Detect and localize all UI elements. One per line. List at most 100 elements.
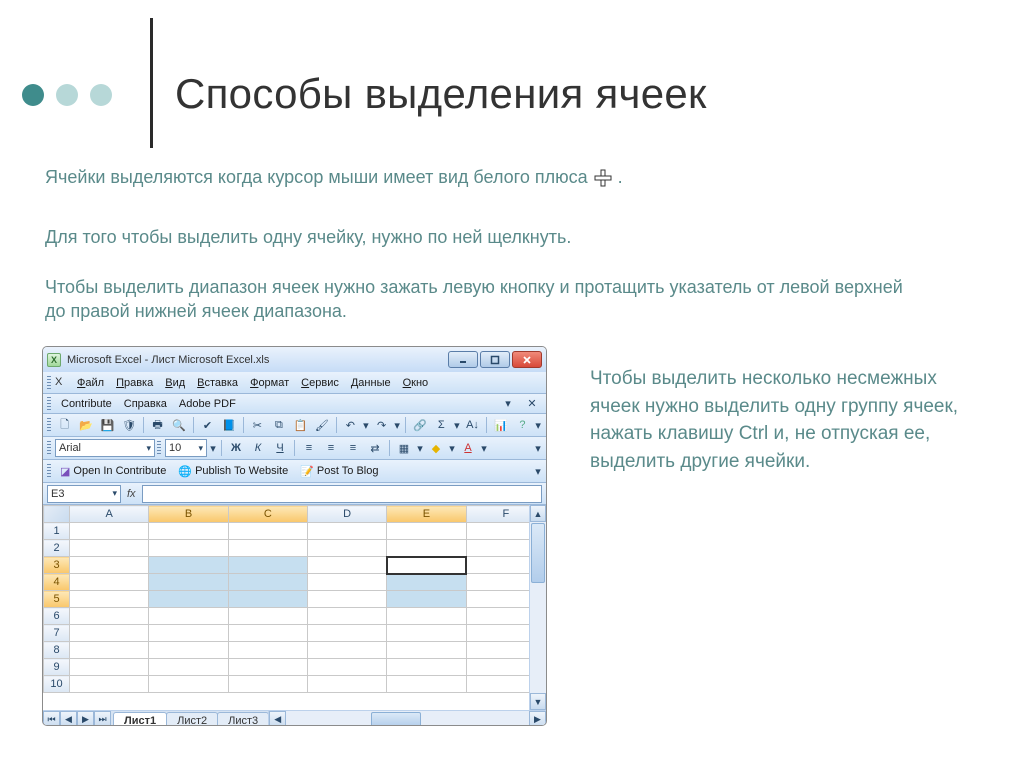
copy-icon[interactable]: ⧉ — [269, 415, 288, 435]
cell-C3[interactable] — [228, 557, 307, 574]
save-icon[interactable]: 💾 — [98, 415, 117, 435]
tab-nav-last-icon[interactable]: ⏭ — [94, 711, 111, 726]
row-header-4[interactable]: 4 — [44, 574, 70, 591]
cell-E4[interactable] — [387, 574, 466, 591]
fill-color-icon[interactable]: ◆ — [426, 438, 446, 458]
cell-E1[interactable] — [387, 523, 466, 540]
menu-данные[interactable]: Данные — [345, 375, 397, 391]
cell-E9[interactable] — [387, 659, 466, 676]
toolbar-overflow-icon[interactable]: ▾ — [534, 465, 542, 478]
font-color-icon[interactable]: A — [458, 438, 478, 458]
undo-icon[interactable]: ↶ — [341, 415, 360, 435]
fx-icon[interactable]: fx — [127, 488, 136, 500]
menu-файл[interactable]: Файл — [71, 375, 110, 391]
cell-D5[interactable] — [307, 591, 386, 608]
name-box[interactable]: E3▾ — [47, 485, 121, 503]
horizontal-scrollbar[interactable]: ◀ ▶ — [268, 711, 546, 726]
cell-B6[interactable] — [149, 608, 228, 625]
align-right-icon[interactable]: ≡ — [343, 438, 363, 458]
hyperlink-icon[interactable]: 🔗 — [410, 415, 429, 435]
cell-A6[interactable] — [70, 608, 149, 625]
cell-B7[interactable] — [149, 625, 228, 642]
menu-dropdown-icon[interactable]: ▾ — [498, 394, 518, 414]
chart-icon[interactable]: 📊 — [491, 415, 510, 435]
col-header-E[interactable]: E — [387, 506, 466, 523]
select-all-corner[interactable] — [44, 506, 70, 523]
cell-D10[interactable] — [307, 676, 386, 693]
menu-сервис[interactable]: Сервис — [295, 375, 345, 391]
align-center-icon[interactable]: ≡ — [321, 438, 341, 458]
menu-вставка[interactable]: Вставка — [191, 375, 244, 391]
menu-правка[interactable]: Правка — [110, 375, 159, 391]
cell-D3[interactable] — [307, 557, 386, 574]
col-header-A[interactable]: A — [70, 506, 149, 523]
post-to-blog-button[interactable]: 📝Post To Blog — [295, 461, 383, 481]
cell-D2[interactable] — [307, 540, 386, 557]
sheet-tab-2[interactable]: Лист2 — [166, 712, 218, 726]
help-icon[interactable]: ? — [513, 415, 532, 435]
open-in-contribute-button[interactable]: ◪Open In Contribute — [55, 461, 171, 481]
cell-D8[interactable] — [307, 642, 386, 659]
sheet-tab-1[interactable]: Лист1 — [113, 712, 167, 726]
cell-D4[interactable] — [307, 574, 386, 591]
font-name-combo[interactable]: Arial▾ — [55, 439, 155, 457]
dropdown-icon[interactable]: ▾ — [362, 419, 370, 432]
new-doc-icon[interactable]: 🗋 — [55, 415, 74, 435]
col-header-B[interactable]: B — [149, 506, 228, 523]
close-button[interactable] — [512, 351, 542, 368]
toolbar-overflow-icon[interactable]: ▾ — [534, 419, 542, 432]
cell-E10[interactable] — [387, 676, 466, 693]
format-painter-icon[interactable]: 🖌 — [312, 415, 331, 435]
col-header-C[interactable]: C — [228, 506, 307, 523]
cell-A4[interactable] — [70, 574, 149, 591]
dropdown-icon[interactable]: ▾ — [453, 419, 461, 432]
formula-bar[interactable] — [142, 485, 542, 503]
permission-icon[interactable]: 🛡 — [119, 415, 138, 435]
menu-окно[interactable]: Окно — [397, 375, 435, 391]
cell-D7[interactable] — [307, 625, 386, 642]
cell-D9[interactable] — [307, 659, 386, 676]
menu-contribute[interactable]: Contribute — [55, 396, 118, 412]
row-header-1[interactable]: 1 — [44, 523, 70, 540]
row-header-2[interactable]: 2 — [44, 540, 70, 557]
cell-C6[interactable] — [228, 608, 307, 625]
cell-B3[interactable] — [149, 557, 228, 574]
cell-D1[interactable] — [307, 523, 386, 540]
paste-icon[interactable]: 📋 — [291, 415, 310, 435]
sort-asc-icon[interactable]: A↓ — [463, 415, 482, 435]
row-header-10[interactable]: 10 — [44, 676, 70, 693]
publish-to-website-button[interactable]: 🌐Publish To Website — [173, 461, 293, 481]
cell-A5[interactable] — [70, 591, 149, 608]
autosum-icon[interactable]: Σ — [432, 415, 451, 435]
cell-E5[interactable] — [387, 591, 466, 608]
cell-C7[interactable] — [228, 625, 307, 642]
scroll-thumb[interactable] — [531, 523, 545, 583]
borders-icon[interactable]: ▦ — [394, 438, 414, 458]
underline-button[interactable]: Ч — [270, 438, 290, 458]
row-header-8[interactable]: 8 — [44, 642, 70, 659]
cell-A3[interactable] — [70, 557, 149, 574]
scroll-right-icon[interactable]: ▶ — [529, 711, 546, 726]
cell-A2[interactable] — [70, 540, 149, 557]
menu-справка[interactable]: Справка — [118, 396, 173, 412]
font-size-combo[interactable]: 10▾ — [165, 439, 207, 457]
row-header-5[interactable]: 5 — [44, 591, 70, 608]
tab-nav-first-icon[interactable]: ⏮ — [43, 711, 60, 726]
cell-B10[interactable] — [149, 676, 228, 693]
dropdown-icon[interactable]: ▾ — [393, 419, 401, 432]
scroll-down-icon[interactable]: ▼ — [530, 693, 546, 710]
toolbar-overflow-icon[interactable]: ▾ — [534, 442, 542, 455]
cell-B1[interactable] — [149, 523, 228, 540]
cell-C5[interactable] — [228, 591, 307, 608]
cell-E3[interactable] — [387, 557, 466, 574]
align-left-icon[interactable]: ≡ — [299, 438, 319, 458]
print-icon[interactable]: 🖶 — [148, 415, 167, 435]
cell-A10[interactable] — [70, 676, 149, 693]
cell-B9[interactable] — [149, 659, 228, 676]
dropdown-icon[interactable]: ▾ — [416, 442, 424, 455]
vertical-scrollbar[interactable]: ▲ ▼ — [529, 505, 546, 710]
cell-E6[interactable] — [387, 608, 466, 625]
cut-icon[interactable]: ✂ — [248, 415, 267, 435]
scroll-up-icon[interactable]: ▲ — [530, 505, 546, 522]
tab-nav-prev-icon[interactable]: ◀ — [60, 711, 77, 726]
